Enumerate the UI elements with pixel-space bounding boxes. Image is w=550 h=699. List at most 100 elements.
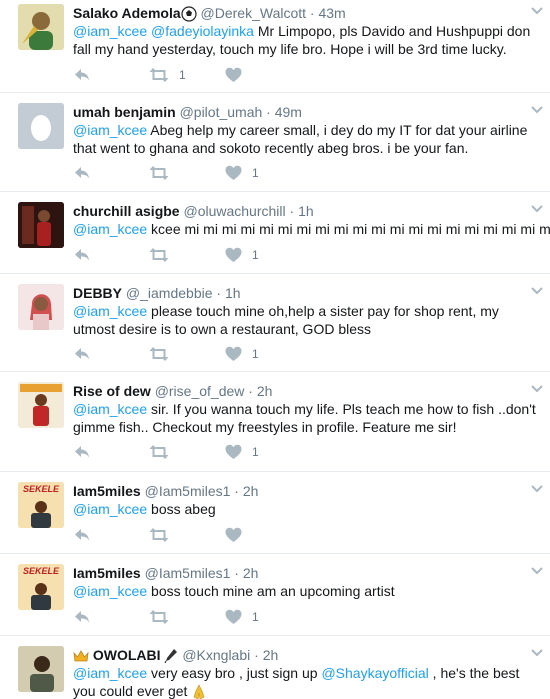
- mention-link[interactable]: @fadeyiolayinka: [151, 23, 254, 39]
- tweet-text: @iam_kcee @fadeyiolayinka Mr Limpopo, pl…: [73, 22, 542, 58]
- retweet-button[interactable]: [149, 443, 179, 461]
- handle[interactable]: @Iam5miles1: [145, 483, 231, 499]
- tweet[interactable]: DEBBY @_iamdebbie · 1h @iam_kcee please …: [0, 274, 550, 372]
- reply-button[interactable]: [73, 608, 91, 626]
- avatar[interactable]: [18, 4, 64, 50]
- reply-button[interactable]: [73, 164, 91, 182]
- display-name[interactable]: Salako Ademola: [73, 5, 181, 21]
- reply-button[interactable]: [73, 345, 91, 363]
- display-name[interactable]: DEBBY: [73, 285, 122, 301]
- avatar[interactable]: [18, 646, 64, 692]
- like-button[interactable]: 1: [225, 443, 259, 461]
- reply-button[interactable]: [73, 246, 91, 264]
- retweet-icon: [149, 445, 169, 459]
- display-name[interactable]: umah benjamin: [73, 104, 176, 120]
- mention-link[interactable]: @iam_kcee: [73, 221, 147, 237]
- retweet-icon: [149, 248, 169, 262]
- tweet[interactable]: SEKELE Iam5miles @Iam5miles1 · 2h @iam_k…: [0, 472, 550, 554]
- like-button[interactable]: [225, 66, 252, 84]
- reply-icon: [75, 446, 89, 458]
- reply-icon: [75, 529, 89, 541]
- chevron-down-icon[interactable]: [530, 6, 544, 16]
- chevron-down-icon[interactable]: [530, 566, 544, 576]
- tweet[interactable]: SEKELE Iam5miles @Iam5miles1 · 2h @iam_k…: [0, 554, 550, 636]
- mention-link[interactable]: @iam_kcee: [73, 303, 147, 319]
- like-button[interactable]: [225, 526, 252, 544]
- timestamp[interactable]: 2h: [243, 565, 259, 581]
- chevron-down-icon[interactable]: [530, 484, 544, 494]
- chevron-down-icon[interactable]: [530, 204, 544, 214]
- avatar[interactable]: [18, 202, 64, 248]
- tweet[interactable]: churchill asigbe @oluwachurchill · 1h @i…: [0, 192, 550, 274]
- timeline-feed: Salako Ademola @Derek_Walcott · 43m @iam…: [0, 0, 550, 699]
- like-count: 1: [252, 347, 259, 361]
- display-name[interactable]: churchill asigbe: [73, 203, 180, 219]
- retweet-button[interactable]: [149, 526, 179, 544]
- reply-button[interactable]: [73, 443, 91, 461]
- like-button[interactable]: 1: [225, 345, 259, 363]
- like-button[interactable]: 1: [225, 608, 259, 626]
- handle[interactable]: @Derek_Walcott: [201, 5, 307, 21]
- chevron-down-icon[interactable]: [530, 105, 544, 115]
- avatar[interactable]: [18, 382, 64, 428]
- avatar[interactable]: SEKELE: [18, 482, 64, 528]
- tweet-header: umah benjamin @pilot_umah · 49m: [73, 104, 302, 120]
- timestamp[interactable]: 1h: [298, 203, 314, 219]
- chevron-down-icon[interactable]: [530, 648, 544, 658]
- mention-link[interactable]: @iam_kcee: [73, 122, 147, 138]
- timestamp[interactable]: 49m: [275, 104, 302, 120]
- mention-link[interactable]: @iam_kcee: [73, 23, 147, 39]
- retweet-icon: [149, 347, 169, 361]
- retweet-button[interactable]: [149, 345, 179, 363]
- chevron-down-icon[interactable]: [530, 286, 544, 296]
- reply-icon: [75, 69, 89, 81]
- retweet-button[interactable]: [149, 164, 179, 182]
- tweet[interactable]: Salako Ademola @Derek_Walcott · 43m @iam…: [0, 0, 550, 93]
- retweet-button[interactable]: [149, 608, 179, 626]
- tweet[interactable]: Rise of dew @rise_of_dew · 2h @iam_kcee …: [0, 372, 550, 472]
- mention-link[interactable]: @Shaykayofficial: [321, 665, 428, 681]
- timestamp[interactable]: 2h: [257, 383, 273, 399]
- handle[interactable]: @rise_of_dew: [155, 383, 245, 399]
- tweet-text: @iam_kcee sir. If you wanna touch my lif…: [73, 400, 542, 436]
- mention-link[interactable]: @iam_kcee: [73, 401, 147, 417]
- retweet-button[interactable]: 1: [149, 66, 186, 84]
- timestamp[interactable]: 2h: [243, 483, 259, 499]
- handle[interactable]: @oluwachurchill: [183, 203, 285, 219]
- retweet-button[interactable]: [149, 246, 179, 264]
- like-button[interactable]: 1: [225, 164, 259, 182]
- avatar-image: [18, 4, 64, 50]
- tweet-text: @iam_kcee Abeg help my career small, i d…: [73, 121, 542, 157]
- tweet-text: @iam_kcee kcee mi mi mi mi mi mi mi mi m…: [73, 220, 550, 238]
- avatar-image: [18, 382, 64, 428]
- mention-link[interactable]: @iam_kcee: [73, 501, 147, 517]
- display-name[interactable]: Iam5miles: [73, 565, 141, 581]
- like-button[interactable]: 1: [225, 246, 259, 264]
- display-name[interactable]: OWOLABI: [93, 647, 161, 663]
- display-name[interactable]: Rise of dew: [73, 383, 151, 399]
- mention-link[interactable]: @iam_kcee: [73, 665, 147, 681]
- mention-link[interactable]: @iam_kcee: [73, 583, 147, 599]
- tweet-header: Rise of dew @rise_of_dew · 2h: [73, 383, 273, 399]
- avatar[interactable]: SEKELE: [18, 564, 64, 610]
- tweet[interactable]: OWOLABI @Kxnglabi · 2h @iam_kcee very ea…: [0, 636, 550, 699]
- tweet[interactable]: umah benjamin @pilot_umah · 49m @iam_kce…: [0, 93, 550, 192]
- handle[interactable]: @pilot_umah: [180, 104, 263, 120]
- handle[interactable]: @_iamdebbie: [126, 285, 213, 301]
- timestamp[interactable]: 43m: [318, 5, 345, 21]
- handle[interactable]: @Iam5miles1: [145, 565, 231, 581]
- tweet-header: OWOLABI @Kxnglabi · 2h: [73, 646, 278, 664]
- handle[interactable]: @Kxnglabi: [182, 647, 250, 663]
- reply-button[interactable]: [73, 66, 91, 84]
- avatar[interactable]: [18, 103, 64, 149]
- timestamp[interactable]: 1h: [225, 285, 241, 301]
- avatar[interactable]: [18, 284, 64, 330]
- timestamp[interactable]: 2h: [263, 647, 279, 663]
- reply-icon: [75, 249, 89, 261]
- reply-button[interactable]: [73, 526, 91, 544]
- tweet-header: Salako Ademola @Derek_Walcott · 43m: [73, 5, 346, 22]
- tweet-actions: 1: [73, 164, 323, 182]
- chevron-down-icon[interactable]: [530, 384, 544, 394]
- display-name[interactable]: Iam5miles: [73, 483, 141, 499]
- avatar-image: [18, 646, 64, 692]
